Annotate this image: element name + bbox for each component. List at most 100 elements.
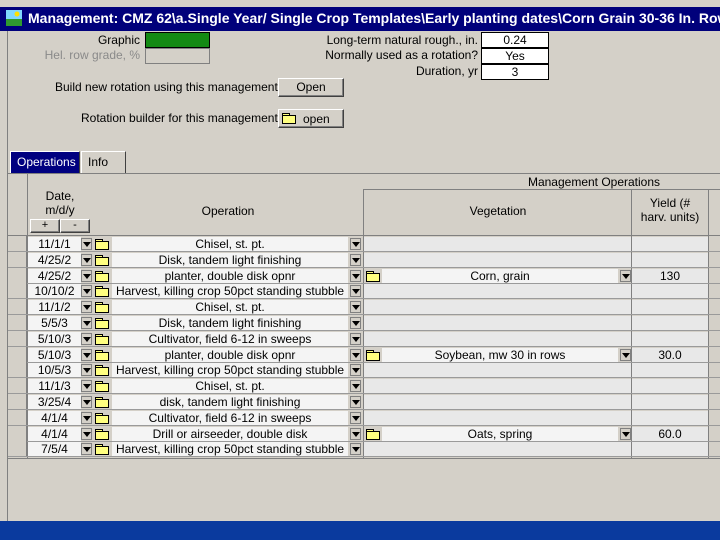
- operation-folder-icon[interactable]: [95, 271, 109, 282]
- date-dropdown-arrow-icon[interactable]: [81, 364, 92, 376]
- build-rotation-open-button[interactable]: Open: [278, 78, 344, 97]
- row-selector[interactable]: [8, 236, 27, 251]
- operation-cell[interactable]: Harvest, killing crop 50pct standing stu…: [112, 363, 348, 377]
- date-dropdown-arrow-icon[interactable]: [81, 333, 92, 345]
- operation-folder-icon[interactable]: [95, 365, 109, 376]
- operation-cell[interactable]: planter, double disk opnr: [112, 269, 348, 283]
- row-selector[interactable]: [8, 315, 27, 330]
- date-cell[interactable]: 4/25/2: [28, 269, 81, 283]
- date-cell[interactable]: 5/5/3: [28, 316, 81, 330]
- title-bar[interactable]: Management: CMZ 62\a.Single Year/ Single…: [0, 7, 720, 31]
- vegetation-cell[interactable]: Corn, grain: [382, 269, 618, 283]
- date-dropdown-arrow-icon[interactable]: [81, 396, 92, 408]
- date-dropdown-arrow-icon[interactable]: [81, 443, 92, 455]
- operation-dropdown-arrow-icon[interactable]: [350, 428, 361, 440]
- roughness-field[interactable]: 0.24: [481, 32, 549, 48]
- operation-dropdown-arrow-icon[interactable]: [350, 254, 361, 266]
- date-dropdown-arrow-icon[interactable]: [81, 428, 92, 440]
- vegetation-cell[interactable]: [364, 284, 631, 298]
- operation-row[interactable]: 11/1/1 Chisel, st. pt.: [8, 236, 720, 252]
- vegetation-dropdown-arrow-icon[interactable]: [620, 270, 631, 282]
- rotation-builder-open-button[interactable]: open: [278, 109, 344, 128]
- operation-folder-icon[interactable]: [95, 381, 109, 392]
- row-selector[interactable]: [8, 299, 27, 314]
- operation-cell[interactable]: Drill or airseeder, double disk: [112, 427, 348, 441]
- vegetation-cell[interactable]: [364, 379, 631, 393]
- operation-folder-icon[interactable]: [95, 429, 109, 440]
- operation-folder-icon[interactable]: [95, 444, 109, 455]
- yield-cell[interactable]: [632, 442, 708, 456]
- date-cell[interactable]: 3/25/4: [28, 395, 81, 409]
- graphic-color-swatch[interactable]: [145, 32, 210, 48]
- date-plus-button[interactable]: +: [30, 219, 60, 233]
- operation-dropdown-arrow-icon[interactable]: [350, 270, 361, 282]
- row-selector[interactable]: [8, 378, 27, 393]
- yield-cell[interactable]: [632, 237, 708, 251]
- vegetation-cell[interactable]: [364, 253, 631, 267]
- row-selector[interactable]: [8, 283, 27, 298]
- operation-row[interactable]: 4/1/4 Cultivator, field 6-12 in sweeps: [8, 410, 720, 426]
- date-dropdown-arrow-icon[interactable]: [81, 238, 92, 250]
- row-selector[interactable]: [8, 268, 27, 283]
- tab-info[interactable]: Info: [81, 151, 126, 173]
- operation-row[interactable]: 4/1/4 Drill or airseeder, double disk Oats…: [8, 426, 720, 442]
- yield-cell[interactable]: [632, 332, 708, 346]
- row-selector[interactable]: [8, 252, 27, 267]
- operation-row[interactable]: 11/1/3 Chisel, st. pt.: [8, 378, 720, 394]
- date-dropdown-arrow-icon[interactable]: [81, 270, 92, 282]
- operation-cell[interactable]: Disk, tandem light finishing: [112, 253, 348, 267]
- date-cell[interactable]: 4/1/4: [28, 411, 81, 425]
- date-minus-button[interactable]: -: [60, 219, 90, 233]
- vegetation-cell[interactable]: [364, 316, 631, 330]
- operation-folder-icon[interactable]: [95, 413, 109, 424]
- vegetation-cell[interactable]: [364, 395, 631, 409]
- operation-row[interactable]: 5/10/3 planter, double disk opnr Soybean, …: [8, 347, 720, 363]
- operation-folder-icon[interactable]: [95, 334, 109, 345]
- vegetation-cell[interactable]: [364, 363, 631, 377]
- date-cell[interactable]: 10/10/2: [28, 284, 81, 298]
- operation-dropdown-arrow-icon[interactable]: [350, 364, 361, 376]
- date-cell[interactable]: 11/1/2: [28, 300, 81, 314]
- row-selector[interactable]: [8, 426, 27, 441]
- yield-cell[interactable]: 130: [632, 269, 708, 283]
- vegetation-cell[interactable]: [364, 332, 631, 346]
- duration-field[interactable]: 3: [481, 64, 549, 80]
- date-dropdown-arrow-icon[interactable]: [81, 380, 92, 392]
- operation-dropdown-arrow-icon[interactable]: [350, 443, 361, 455]
- date-dropdown-arrow-icon[interactable]: [81, 412, 92, 424]
- operation-cell[interactable]: Disk, tandem light finishing: [112, 316, 348, 330]
- date-dropdown-arrow-icon[interactable]: [81, 285, 92, 297]
- vegetation-dropdown-arrow-icon[interactable]: [620, 349, 631, 361]
- operation-cell[interactable]: planter, double disk opnr: [112, 348, 348, 362]
- yield-cell[interactable]: 60.0: [632, 427, 708, 441]
- row-selector[interactable]: [8, 362, 27, 377]
- operation-row[interactable]: 4/25/2 Disk, tandem light finishing: [8, 252, 720, 268]
- rotation-field[interactable]: Yes: [481, 48, 549, 64]
- operation-dropdown-arrow-icon[interactable]: [350, 238, 361, 250]
- vegetation-cell[interactable]: [364, 237, 631, 251]
- date-cell[interactable]: 11/1/1: [28, 237, 81, 251]
- operation-folder-icon[interactable]: [95, 255, 109, 266]
- yield-cell[interactable]: [632, 363, 708, 377]
- vegetation-cell[interactable]: [364, 411, 631, 425]
- operation-cell[interactable]: disk, tandem light finishing: [112, 395, 348, 409]
- operation-cell[interactable]: Cultivator, field 6-12 in sweeps: [112, 332, 348, 346]
- operation-cell[interactable]: Harvest, killing crop 50pct standing stu…: [112, 442, 348, 456]
- hel-row-grade-field[interactable]: [145, 48, 210, 64]
- vegetation-cell[interactable]: [364, 442, 631, 456]
- yield-cell[interactable]: [632, 284, 708, 298]
- operation-dropdown-arrow-icon[interactable]: [350, 396, 361, 408]
- date-dropdown-arrow-icon[interactable]: [81, 349, 92, 361]
- vegetation-cell[interactable]: Soybean, mw 30 in rows: [382, 348, 618, 362]
- operation-dropdown-arrow-icon[interactable]: [350, 333, 361, 345]
- operation-dropdown-arrow-icon[interactable]: [350, 301, 361, 313]
- operation-row[interactable]: 10/5/3 Harvest, killing crop 50pct standi…: [8, 362, 720, 378]
- operation-row[interactable]: 10/10/2 Harvest, killing crop 50pct stand…: [8, 283, 720, 299]
- vegetation-cell[interactable]: Oats, spring: [382, 427, 618, 441]
- vegetation-dropdown-arrow-icon[interactable]: [620, 428, 631, 440]
- operation-dropdown-arrow-icon[interactable]: [350, 380, 361, 392]
- date-dropdown-arrow-icon[interactable]: [81, 317, 92, 329]
- operation-row[interactable]: 11/1/2 Chisel, st. pt.: [8, 299, 720, 315]
- tab-operations[interactable]: Operations: [10, 151, 80, 173]
- operation-dropdown-arrow-icon[interactable]: [350, 412, 361, 424]
